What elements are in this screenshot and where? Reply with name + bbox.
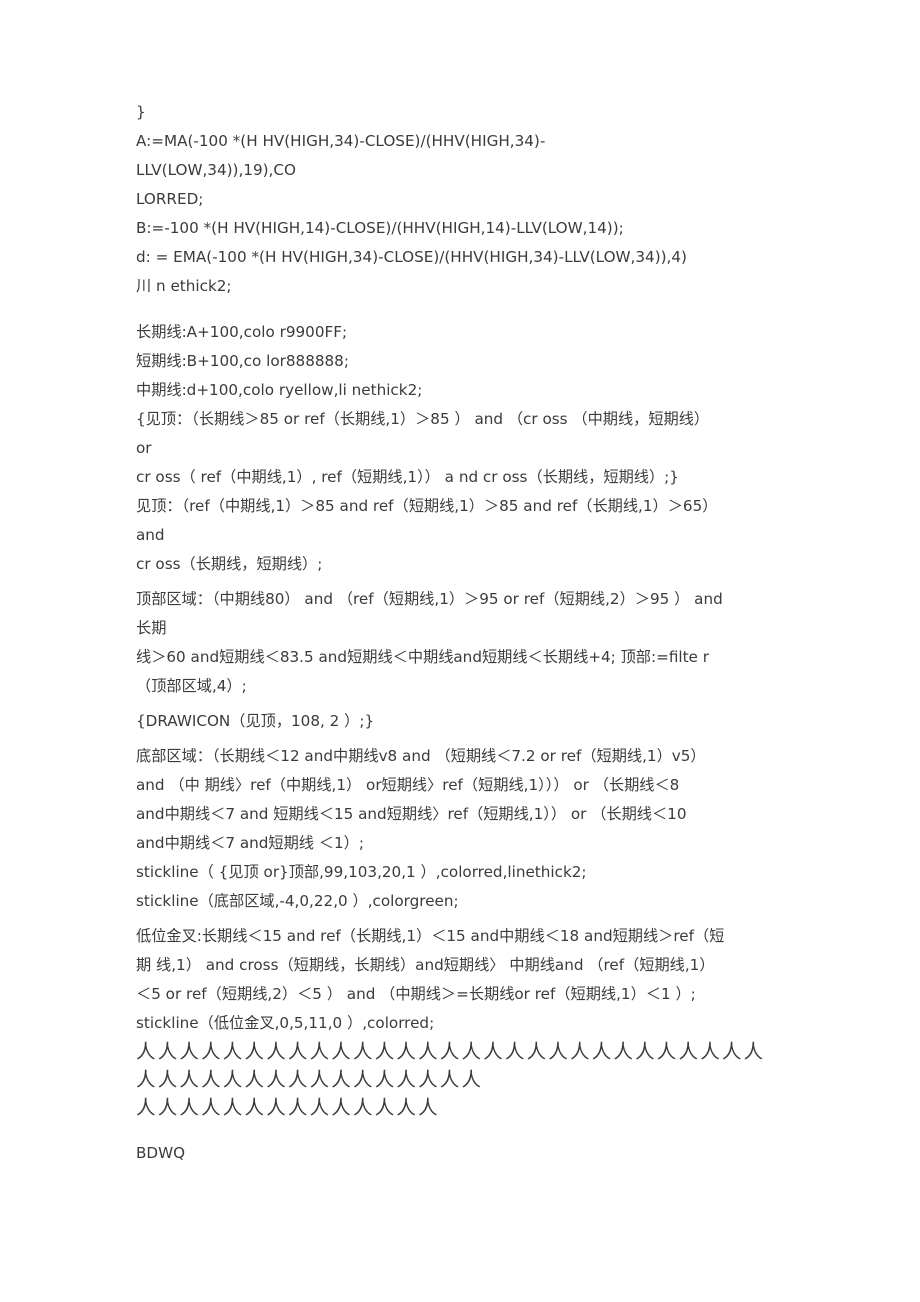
document-page: } A:=MA(-100 *(H HV(HIGH,34)-CLOSE)/(HHV… xyxy=(0,0,920,1302)
code-block-bottom-zone: 底部区域：（长期线＜12 and中期线v8 and （短期线＜7.2 or re… xyxy=(136,747,706,910)
code-block-drawicon: {DRAWICON（见顶，108, 2 ）;} xyxy=(136,712,375,730)
ren-character-row-2: 人人人人人人人人人人人人人人人人 xyxy=(136,1068,484,1091)
footer-label: BDWQ xyxy=(136,1144,186,1162)
code-block-top-zone: 顶部区域：（中期线80） and （ref（短期线,1）＞95 or ref（短… xyxy=(136,590,723,695)
code-block-low-golden-cross: 低位金叉:长期线＜15 and ref（长期线,1）＜15 and中期线＜18 … xyxy=(136,927,725,1032)
code-block-line-definitions: 长期线:A+100,colo r9900FF; 短期线:B+100,co lor… xyxy=(136,323,423,399)
ren-character-row-3: 人人人人人人人人人人人人人人 xyxy=(136,1096,440,1119)
document-text-body: } A:=MA(-100 *(H HV(HIGH,34)-CLOSE)/(HHV… xyxy=(136,98,782,1168)
code-block-jianding: 见顶：（ref（中期线,1）＞85 and ref（短期线,1）＞85 and … xyxy=(136,497,718,573)
code-block-jianding-commented: {见顶：（长期线＞85 or ref（长期线,1）＞85 ） and （cr o… xyxy=(136,410,710,486)
ren-character-row-1: 人人人人人人人人人人人人人人人人人人人人人人人人人人人人人 xyxy=(136,1040,766,1063)
code-block-formula-definitions: } A:=MA(-100 *(H HV(HIGH,34)-CLOSE)/(HHV… xyxy=(136,103,687,295)
